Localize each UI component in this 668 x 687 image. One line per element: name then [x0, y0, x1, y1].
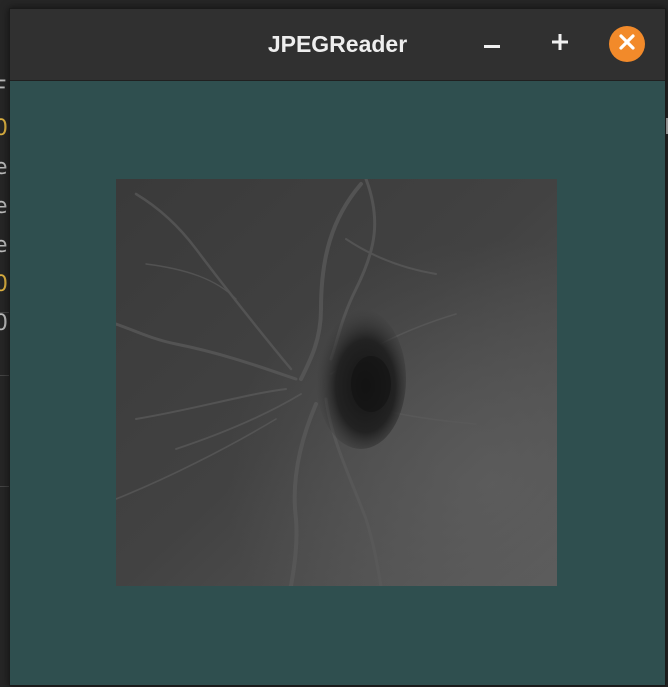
- maximize-icon: [551, 33, 569, 55]
- close-icon: [618, 33, 636, 55]
- background-glyph: F: [0, 77, 7, 102]
- maximize-button[interactable]: [542, 26, 578, 62]
- window-titlebar[interactable]: JPEGReader: [10, 9, 665, 81]
- minimize-button[interactable]: [474, 26, 510, 62]
- background-glyph: e: [0, 155, 8, 180]
- retinal-fundus-image: [116, 179, 557, 586]
- background-glyph: e: [0, 194, 8, 219]
- background-glyph: e: [0, 233, 8, 258]
- minimize-icon: [483, 33, 501, 55]
- background-glyph: 0: [0, 311, 8, 336]
- close-button[interactable]: [609, 26, 645, 62]
- background-glyph: 0: [0, 272, 8, 297]
- jpeg-reader-window: JPEGReader: [9, 8, 666, 686]
- displayed-image: [116, 179, 557, 586]
- background-text-column: F 0 e e e 0 0: [0, 70, 8, 343]
- background-glyph: 0: [0, 116, 8, 141]
